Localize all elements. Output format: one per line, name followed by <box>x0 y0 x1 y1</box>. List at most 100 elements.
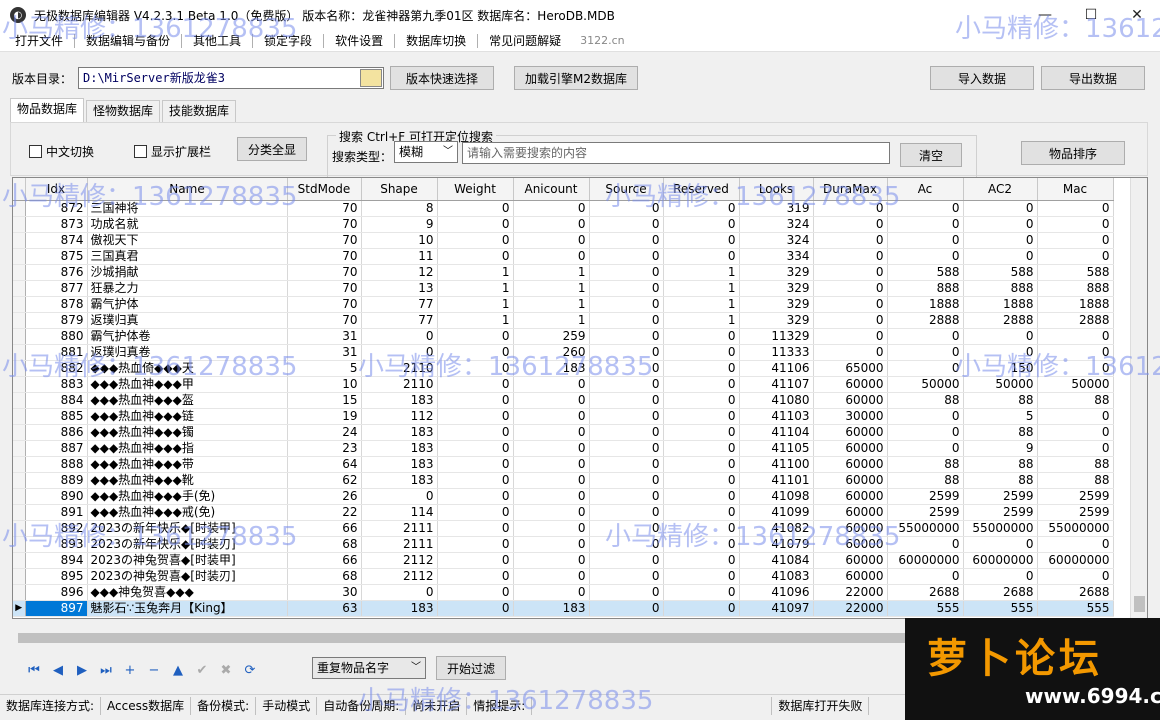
table-cell[interactable]: 2688 <box>887 584 964 601</box>
table-row[interactable]: 888 ◆◆◆热血神◆◆◆带 64 183 0 0 0 0 41100 60000 88 88 88 <box>13 456 1114 473</box>
table-cell[interactable]: 2888 <box>887 312 964 329</box>
table-cell[interactable]: 888 <box>1037 280 1114 297</box>
table-cell[interactable]: 2599 <box>1037 488 1114 505</box>
table-cell[interactable]: 88 <box>1037 392 1114 409</box>
table-cell[interactable]: 0 <box>437 376 514 393</box>
table-cell[interactable]: 返璞归真 <box>87 312 288 329</box>
table-cell[interactable]: 10 <box>287 376 362 393</box>
table-cell[interactable]: 0 <box>437 536 514 553</box>
table-cell[interactable]: 0 <box>437 488 514 505</box>
table-cell[interactable]: 884 <box>25 392 88 409</box>
table-cell[interactable]: 41083 <box>739 568 814 585</box>
table-cell[interactable]: 881 <box>25 344 88 361</box>
table-cell[interactable]: 2111 <box>361 536 438 553</box>
table-cell[interactable]: 60000 <box>813 424 888 441</box>
table-cell[interactable]: 0 <box>663 408 740 425</box>
table-cell[interactable]: 41107 <box>739 376 814 393</box>
table-cell[interactable]: 0 <box>437 552 514 569</box>
table-cell[interactable]: 0 <box>589 232 664 249</box>
table-cell[interactable]: 0 <box>663 552 740 569</box>
table-row[interactable]: 878 霸气护体 70 77 1 1 0 1 329 0 1888 1888 1888 <box>13 296 1114 313</box>
show-ext-checkbox[interactable]: 显示扩展栏 <box>134 143 211 160</box>
table-cell[interactable]: 0 <box>513 248 590 265</box>
table-cell[interactable]: 183 <box>361 392 438 409</box>
table-cell[interactable]: 0 <box>437 216 514 233</box>
table-cell[interactable]: 112 <box>361 408 438 425</box>
table-cell[interactable]: 41103 <box>739 408 814 425</box>
table-cell[interactable]: 0 <box>437 504 514 521</box>
table-cell[interactable]: 0 <box>437 424 514 441</box>
tab-skills[interactable]: 技能数据库 <box>162 100 237 122</box>
table-cell[interactable]: 2888 <box>1037 312 1114 329</box>
table-cell[interactable]: 0 <box>589 376 664 393</box>
table-cell[interactable]: 11333 <box>739 344 814 361</box>
table-cell[interactable]: 傲视天下 <box>87 232 288 249</box>
tab-monsters[interactable]: 怪物数据库 <box>86 100 161 122</box>
table-cell[interactable]: 60000 <box>813 440 888 457</box>
table-cell[interactable]: 0 <box>663 600 740 617</box>
table-cell[interactable]: 0 <box>1037 440 1114 457</box>
table-cell[interactable]: 588 <box>887 264 964 281</box>
table-cell[interactable]: 0 <box>589 552 664 569</box>
table-cell[interactable]: 0 <box>589 408 664 425</box>
table-cell[interactable]: 183 <box>513 600 590 617</box>
table-cell[interactable]: 22000 <box>813 600 888 617</box>
table-cell[interactable]: 892 <box>25 520 88 537</box>
column-header[interactable]: Ac <box>887 178 964 201</box>
table-cell[interactable]: 0 <box>589 200 664 217</box>
table-cell[interactable]: 1 <box>663 312 740 329</box>
table-cell[interactable]: 0 <box>589 424 664 441</box>
table-cell[interactable]: 889 <box>25 472 88 489</box>
table-cell[interactable]: 1888 <box>1037 296 1114 313</box>
table-cell[interactable]: 41098 <box>739 488 814 505</box>
table-cell[interactable]: 0 <box>963 216 1038 233</box>
table-cell[interactable]: 41104 <box>739 424 814 441</box>
table-cell[interactable]: 0 <box>813 296 888 313</box>
table-cell[interactable]: 0 <box>887 216 964 233</box>
table-cell[interactable]: 874 <box>25 232 88 249</box>
table-cell[interactable]: 0 <box>813 344 888 361</box>
close-button[interactable]: ✕ <box>1114 0 1160 30</box>
table-cell[interactable]: 183 <box>361 440 438 457</box>
table-cell[interactable]: 11329 <box>739 328 814 345</box>
table-cell[interactable]: 891 <box>25 504 88 521</box>
table-cell[interactable]: 329 <box>739 296 814 313</box>
table-cell[interactable]: 88 <box>963 456 1038 473</box>
table-cell[interactable]: 0 <box>513 424 590 441</box>
table-cell[interactable]: 55000000 <box>1037 520 1114 537</box>
table-cell[interactable]: 2112 <box>361 568 438 585</box>
table-cell[interactable]: 功成名就 <box>87 216 288 233</box>
table-cell[interactable]: 68 <box>287 536 362 553</box>
table-cell[interactable]: 60000 <box>813 504 888 521</box>
column-header[interactable]: Mac <box>1037 178 1114 201</box>
table-cell[interactable]: 13 <box>361 280 438 297</box>
table-cell[interactable]: 0 <box>813 312 888 329</box>
table-cell[interactable]: 60000 <box>813 488 888 505</box>
table-cell[interactable]: 15 <box>287 392 362 409</box>
table-row[interactable]: 874 傲视天下 70 10 0 0 0 0 324 0 0 0 0 <box>13 232 1114 249</box>
table-cell[interactable]: 41079 <box>739 536 814 553</box>
table-cell[interactable]: 68 <box>287 568 362 585</box>
table-cell[interactable]: 882 <box>25 360 88 377</box>
maximize-button[interactable]: ☐ <box>1068 0 1114 30</box>
table-cell[interactable]: 0 <box>663 456 740 473</box>
table-cell[interactable]: 0 <box>1037 200 1114 217</box>
table-cell[interactable]: 50000 <box>963 376 1038 393</box>
table-cell[interactable]: 0 <box>813 200 888 217</box>
table-cell[interactable]: 62 <box>287 472 362 489</box>
table-cell[interactable]: 2688 <box>963 584 1038 601</box>
table-cell[interactable]: ◆◆◆热血神◆◆◆链 <box>87 408 288 425</box>
table-cell[interactable]: 885 <box>25 408 88 425</box>
table-cell[interactable]: 0 <box>1037 536 1114 553</box>
table-cell[interactable]: 0 <box>589 504 664 521</box>
table-cell[interactable]: 60000 <box>813 472 888 489</box>
show-all-button[interactable]: 分类全显 <box>237 137 307 161</box>
table-cell[interactable]: 50000 <box>1037 376 1114 393</box>
table-cell[interactable]: 60000000 <box>887 552 964 569</box>
table-cell[interactable]: 2110 <box>361 376 438 393</box>
table-cell[interactable]: 60000 <box>813 392 888 409</box>
table-cell[interactable]: 555 <box>1037 600 1114 617</box>
table-cell[interactable]: ◆◆◆热血神◆◆◆靴 <box>87 472 288 489</box>
table-cell[interactable]: 41101 <box>739 472 814 489</box>
table-cell[interactable]: 2599 <box>963 488 1038 505</box>
